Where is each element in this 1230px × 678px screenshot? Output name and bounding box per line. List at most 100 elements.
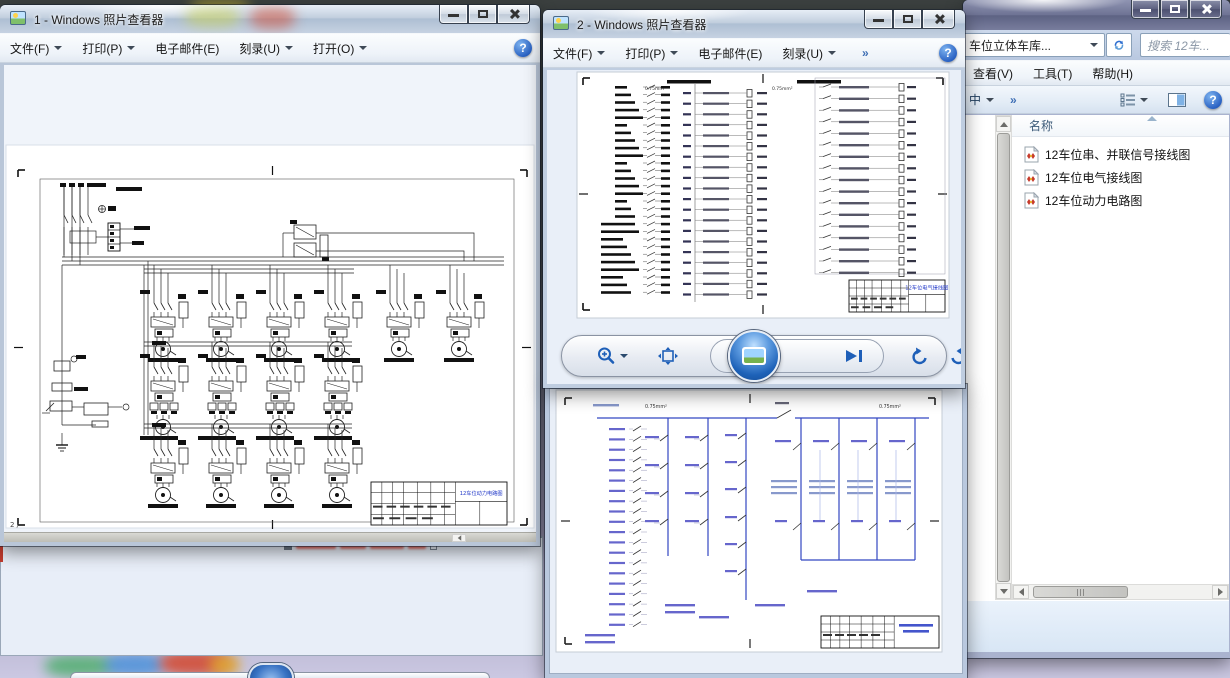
menu-open[interactable]: 打开(O) [303,37,377,59]
explorer-address-row: 车位立体车库... 搜索 12车... [963,30,1230,60]
details-pane [964,600,1229,652]
refresh-button[interactable] [1106,33,1132,57]
window2-menubar: 文件(F) 打印(P) 电子邮件(E) 刻录(U) » ? [543,38,965,68]
scroll-right-button[interactable] [1212,585,1228,599]
maximize-button[interactable] [468,5,497,24]
band-left-arrow[interactable] [452,534,466,542]
background-window [0,536,543,656]
window3-image-area: 0.75mm² 0.75mm² [549,388,963,674]
window1-menubar: 文件(F) 打印(P) 电子邮件(E) 刻录(U) 打开(O) ? [0,33,540,63]
menu-print[interactable]: 打印(P) [615,42,688,64]
file-row-2[interactable]: 12车位电气接线图 [1012,166,1229,189]
file-row-3[interactable]: 12车位动力电路图 [1012,189,1229,212]
explorer-window: 车位立体车库... 搜索 12车... 查看(V) 工具(T) 帮助(H) 中 … [963,0,1230,658]
svg-text:0.75mm²: 0.75mm² [772,86,793,92]
next-button[interactable] [825,349,883,363]
svg-text:12车位动力电路图: 12车位动力电路图 [460,489,503,497]
window2-help-icon[interactable]: ? [939,44,957,62]
preview-pane-button[interactable] [1158,89,1196,111]
explorer-caption-buttons [1131,0,1222,19]
toolbar-command-partial[interactable]: 中 [963,89,1004,111]
window2-title: 2 - Windows 照片查看器 [577,16,706,33]
window1-title: 1 - Windows 照片查看器 [34,11,163,28]
maximize-button[interactable] [893,10,922,29]
horizontal-scrollbar[interactable] [1012,584,1229,600]
explorer-help-icon[interactable]: ? [1204,91,1222,109]
menu-email[interactable]: 电子邮件(E) [688,42,772,64]
menu-print[interactable]: 打印(P) [72,37,145,59]
explorer-titlebar[interactable] [963,0,1230,30]
close-button[interactable] [497,5,530,24]
maximize-button[interactable] [1160,0,1189,19]
window1-scroll-band[interactable] [4,532,536,542]
views-icon [1120,93,1136,107]
nav-scrollbar[interactable] [995,115,1012,600]
image-file-icon [1024,192,1039,209]
zoom-button[interactable] [596,346,628,366]
photo-viewer-window-2: 2 - Windows 照片查看器 文件(F) 打印(P) 电子邮件(E) 刻录… [543,10,965,388]
file-row-1[interactable]: 12车位串、并联信号接线图 [1012,143,1229,166]
views-caret-icon [1140,98,1148,102]
rotate-clockwise-button[interactable] [948,346,961,366]
window2-caption-buttons [864,10,955,29]
minimize-button[interactable] [864,10,893,29]
explorer-toolbar: 中 » ? [963,86,1230,114]
menu-overflow-chevron[interactable]: » [856,46,875,60]
minimize-button[interactable] [1131,0,1160,19]
menu-email[interactable]: 电子邮件(E) [145,37,229,59]
magnifier-zoom-icon [596,346,616,366]
svg-text:0.75mm²: 0.75mm² [879,404,901,410]
menu-tools[interactable]: 工具(T) [1023,62,1082,84]
address-dropdown-icon[interactable] [1090,43,1098,47]
scroll-thumb[interactable] [997,133,1010,582]
photo-viewer-window-1: 1 - Windows 照片查看器 文件(F) 打印(P) 电子邮件(E) 刻录… [0,5,540,546]
window1-slideshow-button-peek[interactable] [248,663,294,678]
menu-help[interactable]: 帮助(H) [1082,62,1143,84]
scroll-up-button[interactable] [996,116,1011,132]
electrical-wiring-diagram-image: 0.75mm²0.75mm²12车位电气接线图 [547,70,961,328]
toolbar-overflow-chevron[interactable]: » [1004,93,1023,107]
window1-image-area: 12车位动力电路图 2 / [4,65,536,542]
explorer-content: 名称 12车位串、并联信号接线图 12车位电气接线图 [964,115,1229,600]
svg-text:0.75mm²: 0.75mm² [645,404,667,410]
window1-caption-buttons [439,5,530,24]
slideshow-button[interactable] [728,330,780,382]
rotate-left-icon [910,346,930,366]
menu-burn[interactable]: 刻录(U) [229,37,303,59]
address-text: 车位立体车库... [969,37,1051,54]
menu-burn[interactable]: 刻录(U) [772,42,846,64]
window1-titlebar[interactable]: 1 - Windows 照片查看器 [0,5,540,33]
window1-help-icon[interactable]: ? [514,39,532,57]
image-file-icon [1024,169,1039,186]
photo-viewer-controls [561,335,947,377]
search-placeholder: 搜索 12车... [1147,37,1210,54]
column-header-name[interactable]: 名称 [1012,115,1229,137]
scroll-down-button[interactable] [996,583,1011,599]
file-list-pane: 名称 12车位串、并联信号接线图 12车位电气接线图 [1012,115,1229,600]
search-box[interactable]: 搜索 12车... [1140,33,1230,57]
desktop: { "window1": { "title": "1 - Windows 照片查… [0,0,1230,678]
rotate-right-icon [948,346,961,366]
address-bar[interactable]: 车位立体车库... [963,33,1105,57]
refresh-icon [1113,38,1125,52]
scroll-left-button[interactable] [1013,585,1029,599]
close-button[interactable] [1189,0,1222,19]
svg-text:2 /: 2 / [10,521,20,529]
next-icon [844,349,864,363]
menu-file[interactable]: 文件(F) [543,42,615,64]
rotate-counterclockwise-button[interactable] [910,346,930,366]
actual-size-button[interactable] [658,347,678,365]
menu-view[interactable]: 查看(V) [963,62,1023,84]
close-button[interactable] [922,10,955,29]
minimize-button[interactable] [439,5,468,24]
hscroll-thumb[interactable] [1033,586,1128,598]
explorer-menubar: 查看(V) 工具(T) 帮助(H) [963,60,1230,86]
views-button[interactable] [1110,89,1158,111]
menu-file[interactable]: 文件(F) [0,37,72,59]
photo-viewer-icon [553,16,569,30]
photo-viewer-icon [10,11,26,25]
window2-titlebar[interactable]: 2 - Windows 照片查看器 [543,10,965,38]
power-circuit-diagram-image: 12车位动力电路图 2 / [4,65,536,532]
signal-wiring-diagram-image: 0.75mm² 0.75mm² [549,388,963,674]
photo-viewer-window-3: 0.75mm² 0.75mm² [545,384,967,678]
